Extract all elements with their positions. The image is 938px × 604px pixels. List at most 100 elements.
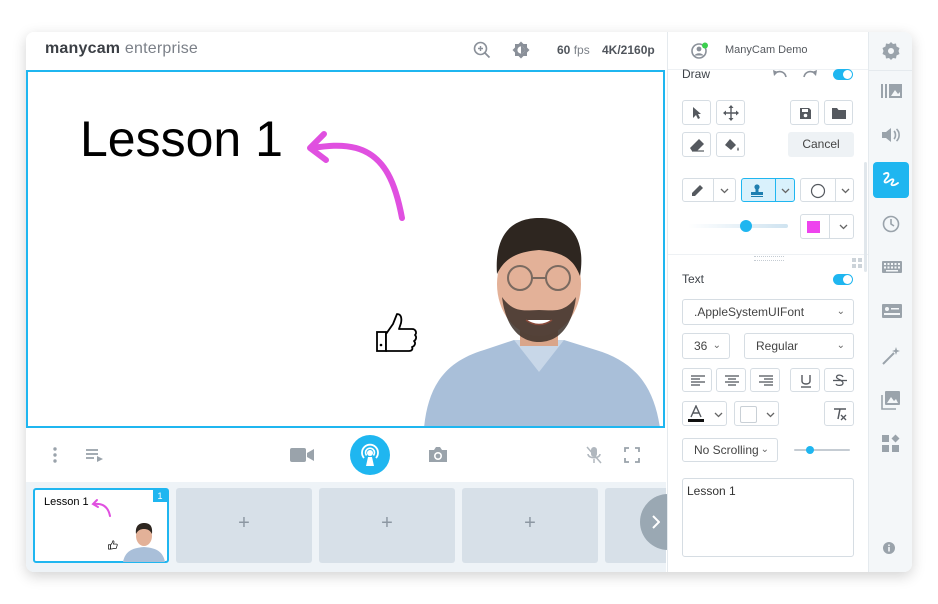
move-tool-button[interactable] — [716, 100, 745, 125]
scrolling-select[interactable]: No Scrolling ⌄ — [682, 438, 778, 462]
text-content-input[interactable]: Lesson 1 — [682, 478, 854, 557]
rail-presets[interactable] — [873, 74, 909, 110]
playlist-icon[interactable] — [86, 448, 104, 462]
chevron-down-icon — [781, 188, 790, 194]
pen-tool-select[interactable] — [682, 178, 736, 202]
brightness-icon[interactable] — [512, 41, 532, 61]
scene-thumb-empty[interactable]: + — [462, 488, 598, 563]
font-color-icon — [688, 405, 704, 422]
more-vertical-icon[interactable] — [53, 447, 57, 463]
draw-section-title: Draw — [682, 67, 711, 81]
chevron-down-icon: ⌄ — [712, 340, 721, 351]
presenter-video — [424, 217, 660, 426]
rail-audio[interactable] — [873, 118, 909, 154]
save-drawing-button[interactable] — [790, 100, 819, 125]
lesson-text: Lesson 1 — [80, 111, 283, 167]
brush-size-slider[interactable] — [688, 224, 788, 228]
rail-info[interactable] — [873, 532, 909, 568]
select-tool-button[interactable] — [682, 100, 711, 125]
scene-thumb-empty[interactable]: + — [319, 488, 455, 563]
align-left-button[interactable] — [682, 368, 712, 392]
rail-settings[interactable] — [873, 33, 909, 69]
resolution-readout[interactable]: 4K/2160p — [602, 43, 655, 57]
rail-draw[interactable] — [873, 162, 909, 198]
scroll-speed-knob[interactable] — [806, 446, 814, 454]
align-left-icon — [691, 375, 705, 386]
underline-icon — [801, 375, 811, 388]
fps-readout[interactable]: 60 fps — [557, 43, 590, 57]
draw-toggle[interactable] — [833, 69, 853, 80]
circle-shape-icon — [810, 183, 826, 199]
align-center-button[interactable] — [716, 368, 746, 392]
keyboard-icon — [882, 261, 902, 273]
chevron-right-icon — [652, 515, 660, 529]
stamp-tool-select[interactable] — [741, 178, 795, 202]
chevron-down-icon: ⌄ — [760, 444, 769, 455]
grid-handle-icon[interactable] — [852, 258, 862, 268]
color-swatch — [807, 221, 820, 233]
zoom-in-icon[interactable] — [473, 41, 493, 61]
scroll-speed-slider[interactable] — [794, 449, 850, 451]
fullscreen-icon[interactable] — [624, 447, 640, 463]
chevron-down-icon: ⌄ — [836, 306, 845, 317]
info-icon — [883, 542, 895, 554]
underline-button[interactable] — [790, 368, 820, 392]
shape-tool-select[interactable] — [800, 178, 854, 202]
font-size-select[interactable]: 36 ⌄ — [682, 333, 730, 359]
folder-icon — [832, 108, 846, 119]
open-folder-button[interactable] — [824, 100, 853, 125]
snapshot-camera-icon[interactable] — [428, 446, 448, 463]
panel-scrollbar[interactable] — [864, 162, 867, 272]
text-color-select[interactable] — [682, 401, 727, 426]
video-preview[interactable]: Lesson 1 — [26, 70, 665, 428]
clock-icon — [882, 215, 900, 233]
strikethrough-icon — [833, 374, 847, 387]
scene-thumb-1[interactable]: Lesson 1 1 — [33, 488, 169, 563]
add-scene-plus: + — [238, 512, 250, 534]
undo-icon[interactable] — [772, 68, 788, 78]
cancel-button[interactable]: Cancel — [788, 132, 854, 157]
eraser-icon — [690, 139, 704, 152]
background-color-select[interactable] — [734, 401, 779, 426]
video-camera-icon[interactable] — [290, 447, 314, 463]
section-divider — [668, 254, 868, 255]
align-right-button[interactable] — [750, 368, 780, 392]
cursor-icon — [693, 107, 701, 119]
image-gallery-icon — [881, 391, 900, 410]
scenes-strip: Lesson 1 1 + + + — [26, 482, 666, 572]
color-picker-select[interactable] — [800, 214, 854, 239]
brush-size-knob[interactable] — [740, 220, 752, 232]
strikethrough-button[interactable] — [824, 368, 854, 392]
font-family-select[interactable]: .AppleSystemUIFont ⌄ — [682, 299, 854, 325]
rail-effects[interactable] — [873, 338, 909, 374]
chevron-down-icon — [766, 412, 775, 418]
chevron-down-icon — [720, 188, 729, 194]
scene-thumb-empty[interactable]: + — [176, 488, 312, 563]
redo-icon[interactable] — [802, 68, 818, 78]
rail-widgets[interactable] — [873, 426, 909, 462]
text-section-title: Text — [682, 272, 705, 286]
go-live-button[interactable] — [350, 435, 390, 475]
align-right-icon — [759, 375, 773, 386]
fill-tool-button[interactable] — [716, 132, 745, 157]
eraser-tool-button[interactable] — [682, 132, 711, 157]
speaker-icon — [882, 128, 900, 142]
user-icon[interactable] — [691, 42, 709, 60]
clear-format-button[interactable] — [824, 401, 854, 426]
text-toggle[interactable] — [833, 274, 853, 285]
account-name: ManyCam Demo — [725, 44, 808, 56]
drag-handle[interactable] — [754, 256, 784, 261]
preview-controls — [26, 430, 666, 480]
font-weight-select[interactable]: Regular ⌄ — [744, 333, 854, 359]
caption-card-icon — [882, 304, 902, 318]
chevron-down-icon — [841, 188, 850, 194]
layers-media-icon — [881, 84, 902, 98]
mini-thumbs-up — [108, 540, 118, 550]
rail-keyboard[interactable] — [873, 250, 909, 286]
move-icon — [723, 105, 739, 121]
thumbs-up-sticker — [376, 313, 417, 352]
rail-lower-thirds[interactable] — [873, 294, 909, 330]
mic-muted-icon[interactable] — [586, 446, 602, 464]
rail-time[interactable] — [873, 206, 909, 242]
rail-images[interactable] — [873, 382, 909, 418]
